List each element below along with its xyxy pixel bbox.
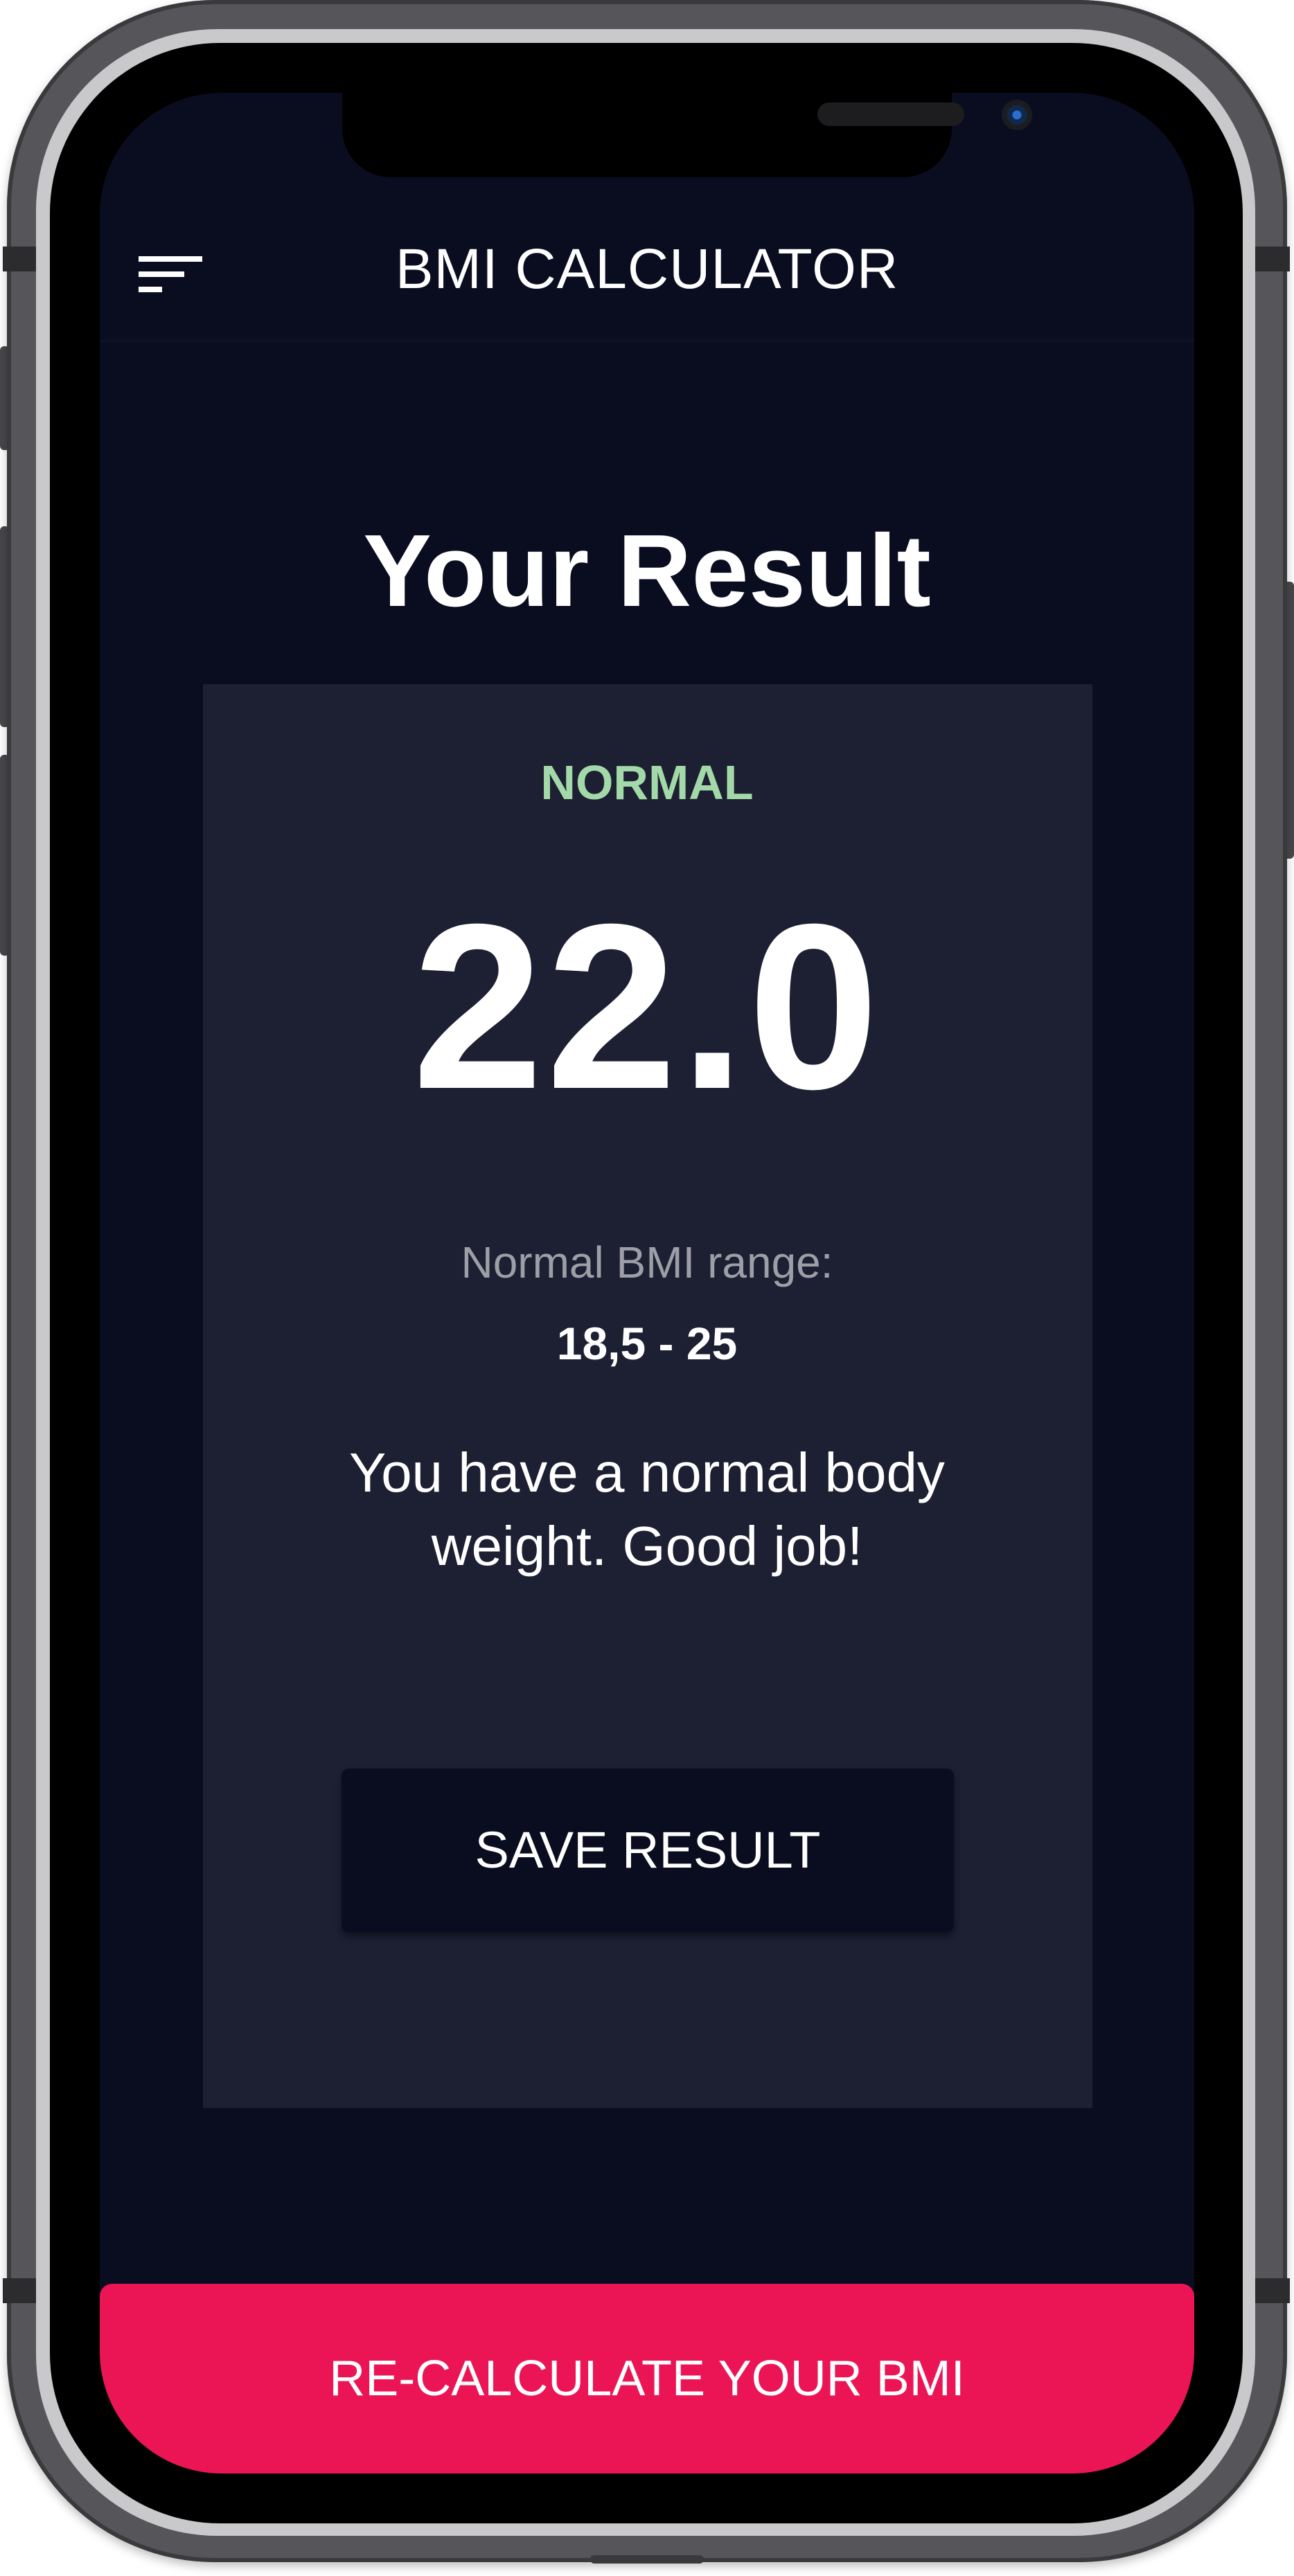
antenna-band [3, 2278, 39, 2303]
notch [342, 93, 1032, 177]
front-camera-icon [1002, 100, 1032, 130]
normal-range-label: Normal BMI range: [461, 1237, 833, 1287]
antenna-band [3, 247, 39, 271]
bmi-value: 22.0 [412, 875, 882, 1138]
antenna-band [1254, 247, 1290, 271]
app-screen: BMI CALCULATOR Your Result NORMAL 22.0 N… [100, 93, 1194, 2474]
lightning-port [590, 2555, 704, 2564]
device-stage: BMI CALCULATOR Your Result NORMAL 22.0 N… [0, 0, 1294, 2576]
normal-range-value: 18,5 - 25 [556, 1318, 738, 1369]
result-message: You have a normal body weight. Good job! [349, 1442, 945, 1577]
save-result-button[interactable]: SAVE RESULT [342, 1769, 954, 1932]
page-title: Your Result [363, 514, 931, 628]
bmi-status-label: NORMAL [540, 755, 754, 810]
recalculate-button[interactable]: RE-CALCULATE YOUR BMI [100, 2284, 1194, 2474]
earpiece-speaker [817, 102, 964, 126]
antenna-band [1254, 2278, 1290, 2303]
app-title: BMI CALCULATOR [395, 238, 899, 301]
